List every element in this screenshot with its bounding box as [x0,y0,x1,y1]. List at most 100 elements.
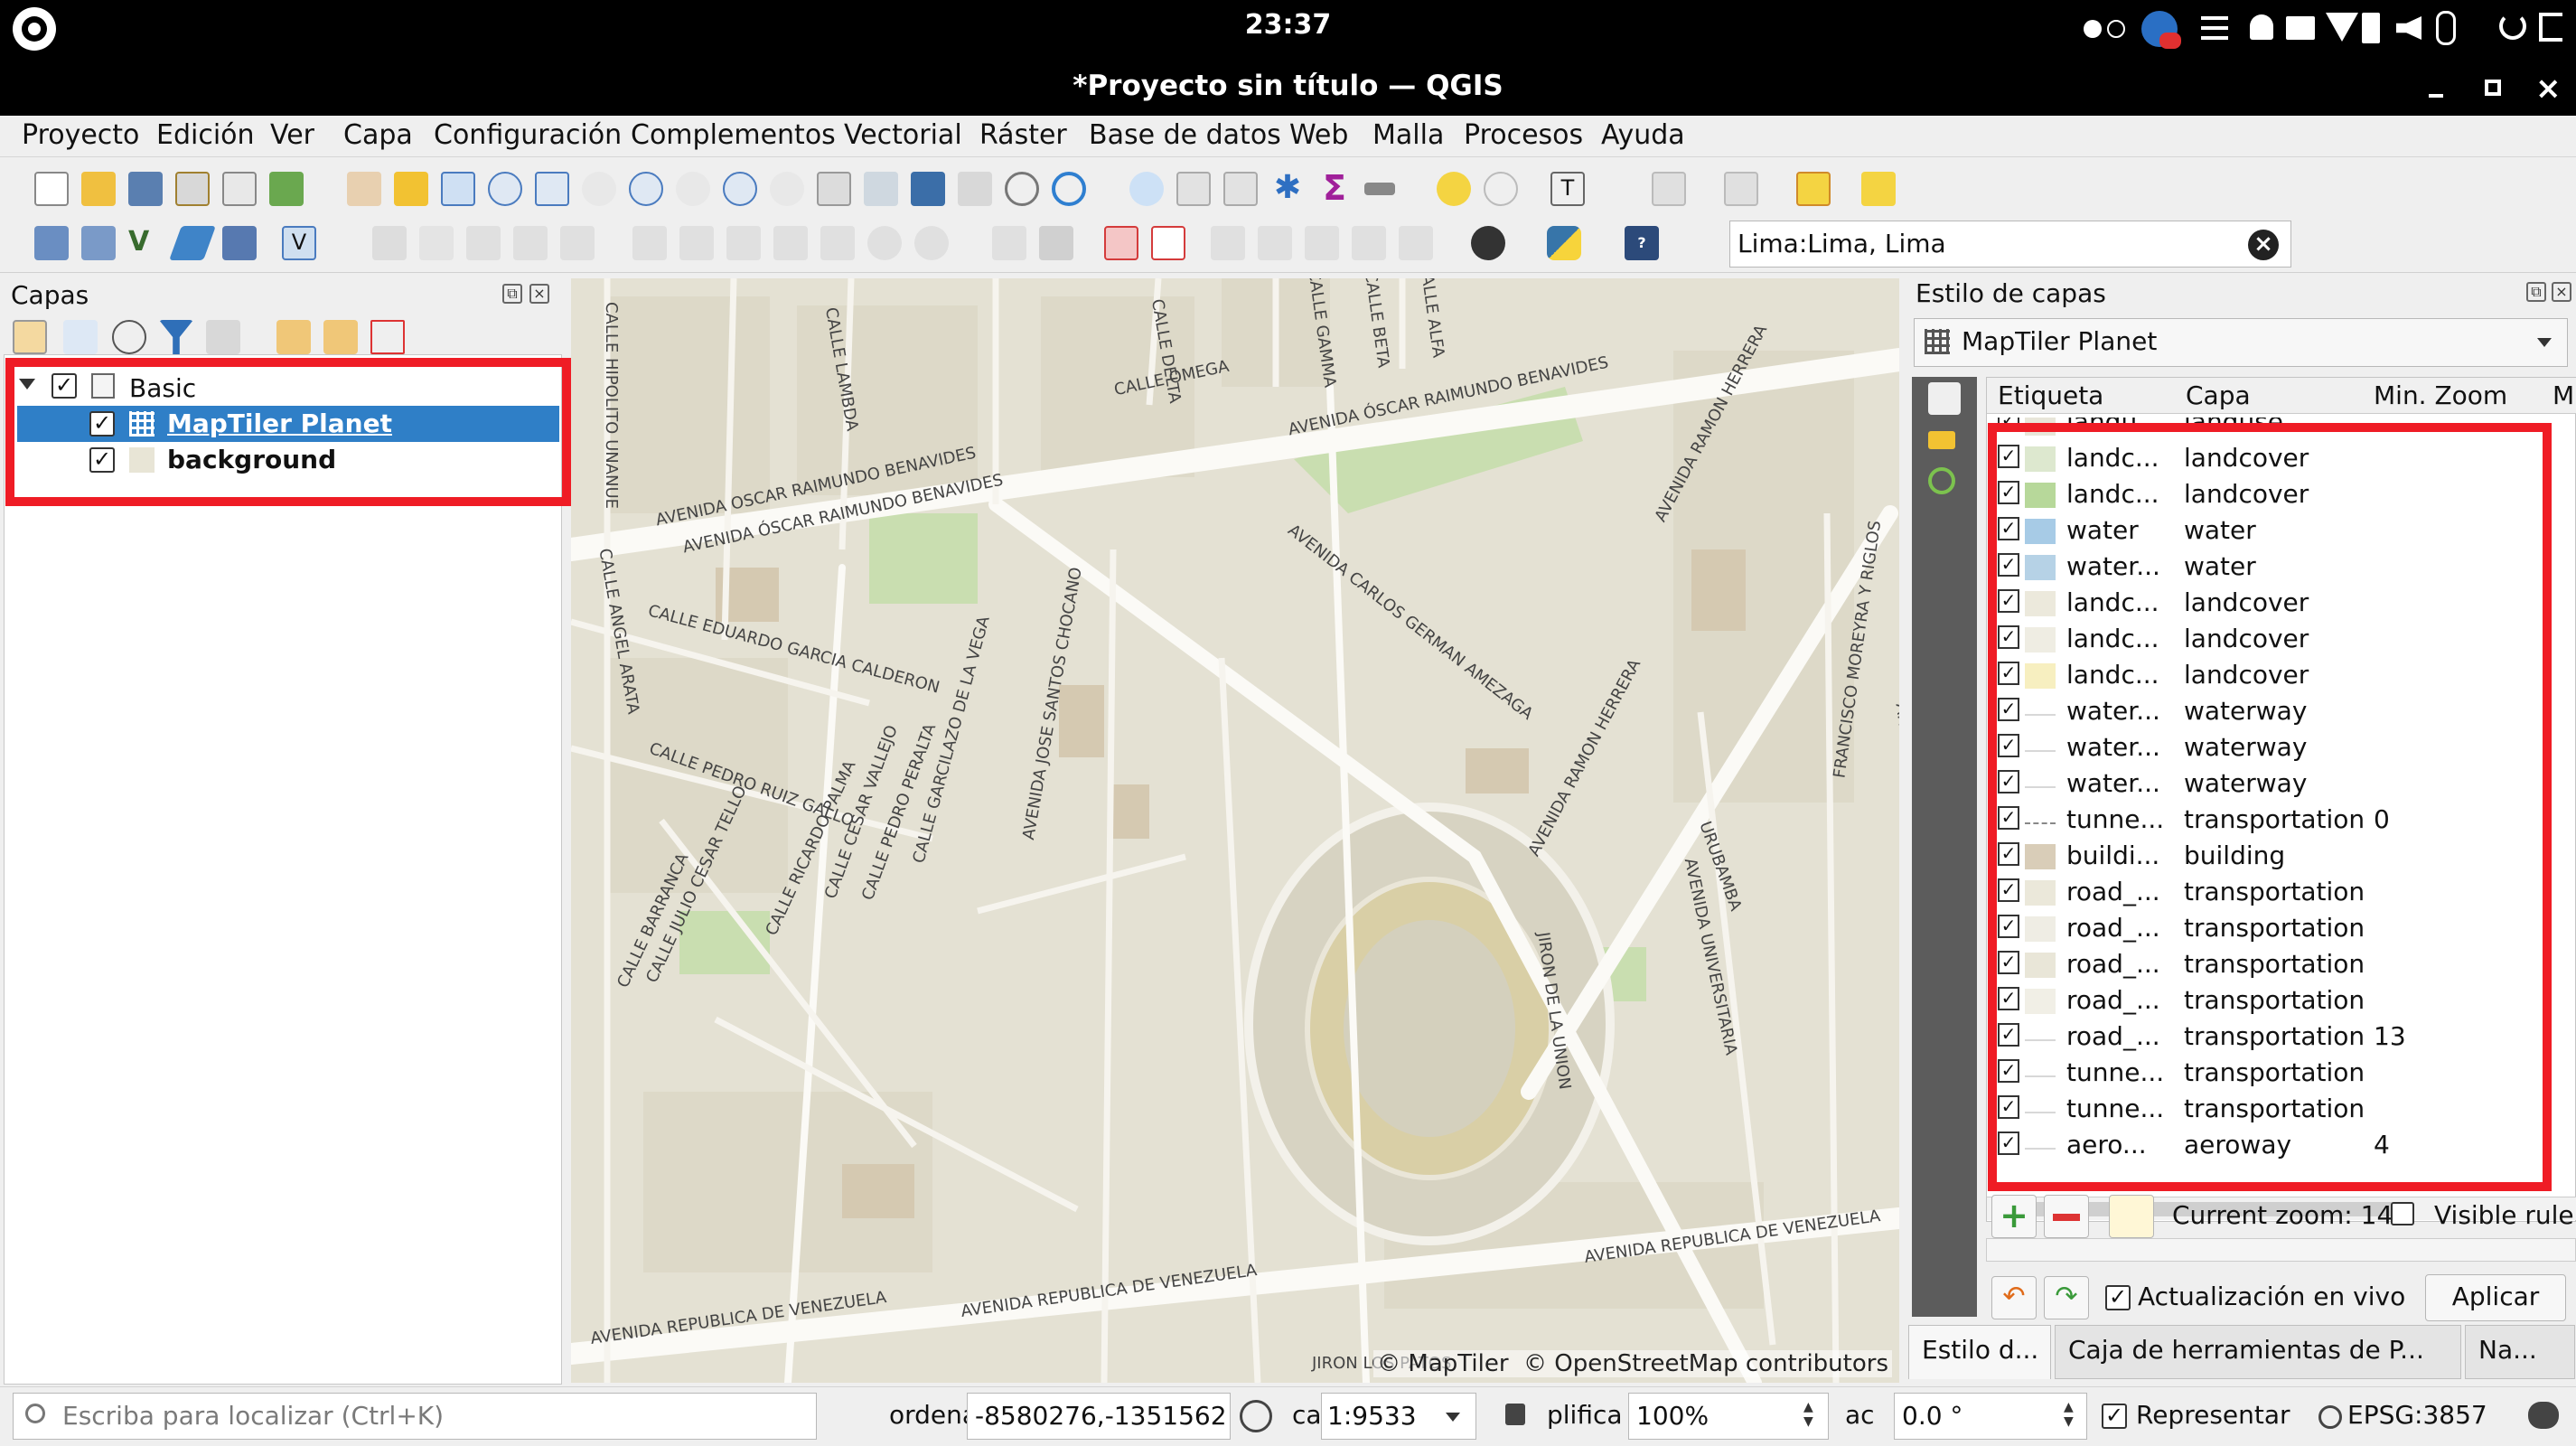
annotation-icon[interactable] [1484,172,1518,206]
add-rule-button[interactable]: + [1991,1195,2037,1238]
save-edits-icon[interactable] [466,226,501,260]
rotation-spin-icon[interactable]: ▲ ▼ [2064,1400,2080,1432]
notification-app-icon[interactable] [2141,11,2181,49]
minimize-icon[interactable] [2429,94,2443,98]
menu-procesos[interactable]: Procesos [1464,119,1583,151]
zoom-in-icon[interactable] [441,172,475,206]
layer-select-dropdown[interactable]: MapTiler Planet [1914,318,2568,367]
highlight-pins-icon[interactable] [1104,226,1138,260]
modify-attributes-icon[interactable] [632,226,667,260]
tab-other[interactable]: Na... [2465,1325,2575,1379]
new-map-view-icon[interactable] [817,172,851,206]
clock[interactable]: 23:37 [0,9,2576,41]
close-styling-panel-icon[interactable]: × [2552,282,2571,302]
open-project-icon[interactable] [81,172,116,206]
float-panel-icon[interactable]: ⧉ [502,284,522,304]
delete-selected-icon[interactable] [679,226,714,260]
filter-legend-icon[interactable] [159,320,193,354]
filter-expression-icon[interactable] [206,320,240,354]
clear-locator-icon[interactable]: × [2248,230,2279,260]
bell-icon[interactable] [2250,14,2273,40]
add-virtual-layer-icon[interactable]: V [282,226,316,260]
select-features-icon[interactable] [1796,172,1831,206]
add-database-icon[interactable] [222,226,257,260]
new-print-layout-icon[interactable] [175,172,210,206]
menu-icon[interactable] [2201,16,2228,40]
menu-web[interactable]: Web [1289,119,1348,151]
visible-rules-checkbox[interactable] [2391,1202,2414,1225]
manage-map-themes-icon[interactable] [112,320,146,354]
menu-malla[interactable]: Malla [1372,119,1444,151]
identify-features-icon[interactable] [1129,172,1164,206]
undo-icon[interactable] [867,226,902,260]
locator-search-input[interactable]: Escriba para localizar (Ctrl+K) [13,1393,817,1440]
chevron-down-icon[interactable] [2537,338,2552,347]
diagram-tool-icon[interactable] [1399,226,1433,260]
logout-icon[interactable] [2539,13,2562,42]
zoom-native-icon[interactable] [676,172,710,206]
close-icon[interactable]: × [2535,70,2562,107]
coordinate-field[interactable]: -8580276,-1351562 [967,1393,1231,1440]
rotation-field[interactable]: 0.0 ° [1894,1393,2087,1440]
new-project-icon[interactable] [34,172,69,206]
live-update-checkbox[interactable]: ✓ [2105,1285,2131,1310]
locator-top-input[interactable]: Lima:Lima, Lima [1729,221,2291,268]
header-min-zoom[interactable]: Min. Zoom [2374,380,2507,410]
deselect-features-icon[interactable] [1861,172,1896,206]
open-layer-styling-icon[interactable] [13,320,47,354]
rotate-label-icon[interactable] [1258,226,1292,260]
layout-manager-icon[interactable] [222,172,257,206]
gps-icon[interactable] [1471,226,1505,260]
header-etiqueta[interactable]: Etiqueta [1998,380,2103,410]
wifi-icon[interactable] [2326,13,2358,42]
layer-styling-icon[interactable] [1652,172,1686,206]
statistical-summary-icon[interactable]: Σ [1317,171,1352,206]
lock-scale-icon[interactable] [1505,1404,1525,1425]
apply-button[interactable]: Aplicar [2425,1274,2566,1321]
open-attribute-table-icon[interactable] [1176,172,1211,206]
current-edits-icon[interactable] [372,226,407,260]
close-panel-icon[interactable]: × [529,284,549,304]
temporal-controller-icon[interactable] [1005,172,1039,206]
header-max-zoom[interactable]: M [2553,380,2574,410]
expand-all-icon[interactable] [276,320,311,354]
tab-layer-styling[interactable]: Estilo d... [1908,1325,2051,1379]
messages-icon[interactable] [2528,1402,2559,1429]
paste-features-icon[interactable] [820,226,855,260]
symbology-tab-icon[interactable] [1928,382,1961,415]
bluetooth-icon[interactable] [2436,11,2456,45]
zoom-layer-icon[interactable] [629,172,663,206]
measure-icon[interactable] [1364,183,1395,195]
menu-ver[interactable]: Ver [270,119,314,151]
show-hide-labels-icon[interactable] [1151,226,1185,260]
menu-capa[interactable]: Capa [343,119,413,151]
collapse-all-icon[interactable] [323,320,358,354]
pan-to-selection-icon[interactable] [394,172,428,206]
change-label-icon[interactable] [1305,226,1339,260]
tray-indicator-icon[interactable] [2084,20,2102,38]
new-bookmark-icon[interactable] [911,172,945,206]
tab-processing-toolbox[interactable]: Caja de herramientas de P... [2055,1325,2461,1379]
history-tab-icon[interactable] [1928,467,1955,494]
vertex-tool-icon[interactable] [560,226,595,260]
save-project-icon[interactable] [128,172,163,206]
remove-rule-button[interactable] [2044,1195,2089,1238]
crs-globe-icon[interactable] [2318,1405,2342,1429]
map-tips-icon[interactable] [1437,172,1471,206]
map-canvas[interactable]: CALLE HIPOLITO UNANUE CALLE LAMBDA CALLE… [571,278,1899,1383]
refresh-icon[interactable] [1052,172,1086,206]
zoom-full-icon[interactable] [535,172,569,206]
folder-icon[interactable] [2286,16,2315,40]
help-icon[interactable]: ? [1625,226,1659,260]
menu-raster[interactable]: Ráster [979,119,1067,151]
move-label-icon[interactable] [1211,226,1245,260]
copy-features-icon[interactable] [773,226,808,260]
header-capa[interactable]: Capa [2186,380,2251,410]
toggle-editing-icon[interactable] [419,226,454,260]
new-3d-map-icon[interactable] [864,172,898,206]
zoom-last-icon[interactable] [723,172,757,206]
tray-indicator2-icon[interactable] [2107,20,2125,38]
add-group-icon[interactable] [63,320,98,354]
field-calculator-icon[interactable] [1223,172,1258,206]
redo-style-button[interactable]: ↷ [2044,1276,2089,1319]
